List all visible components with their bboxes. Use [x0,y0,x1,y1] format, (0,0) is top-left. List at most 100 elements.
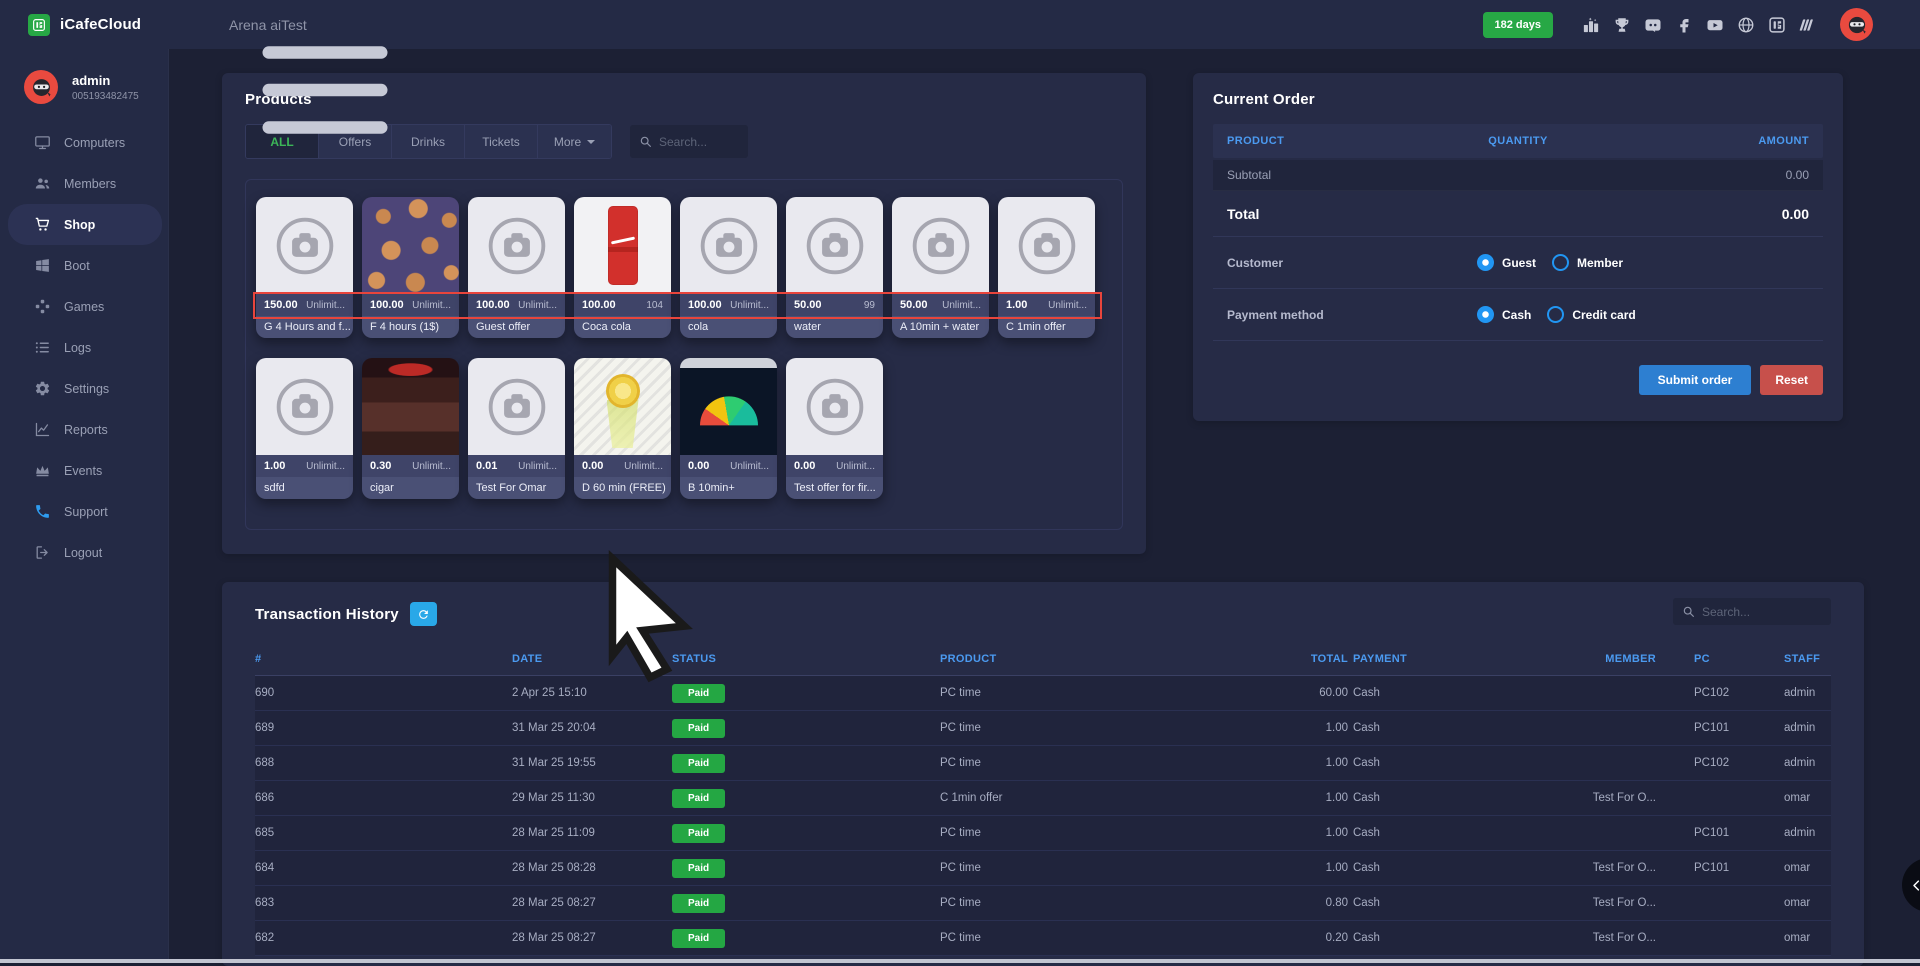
col-date: DATE [512,653,672,665]
discord-icon[interactable] [1644,16,1662,34]
product-card-b-10min[interactable]: 0.00 Unlimit... B 10min+ [680,358,777,499]
product-price: 1.00 [1006,299,1027,311]
txn-staff: admin [1784,722,1831,734]
table-row[interactable]: 682 28 Mar 25 08:27 Paid PC time 0.20 Ca… [255,921,1831,956]
sidebar-item-logs[interactable]: Logs [8,327,162,368]
product-name: C 1min offer [998,316,1095,338]
product-card-cola[interactable]: 100.00 Unlimit... cola [680,197,777,338]
txn-product: PC time [940,932,1298,944]
txn-date: 28 Mar 25 08:28 [512,862,672,874]
transaction-history-panel: Transaction History # DATE STATUS PRODUC… [222,582,1864,966]
product-name: Guest offer [468,316,565,338]
sidebar-user[interactable]: admin 005193482475 [0,49,168,122]
product-card-g-4-hours-and-f[interactable]: 150.00 Unlimit... G 4 Hours and f... [256,197,353,338]
product-card-coca-cola[interactable]: 100.00 104 Coca cola [574,197,671,338]
product-image [362,358,459,455]
user-name: admin [72,73,139,88]
collapse-panel-button[interactable] [1902,858,1920,912]
leaderboard-icon[interactable] [1582,16,1600,34]
avatar[interactable] [1840,8,1873,41]
txn-date: 31 Mar 25 20:04 [512,722,672,734]
product-card-f-4-hours-1[interactable]: 100.00 Unlimit... F 4 hours (1$) [362,197,459,338]
product-price-row: 0.00 Unlimit... [786,455,883,477]
radio-credit-card[interactable]: Credit card [1547,306,1635,323]
sidebar-menu: Computers Members Shop Boot Games Logs S… [0,122,168,573]
gamepad-icon [34,298,51,315]
order-total-row: Total 0.00 [1213,191,1823,237]
sidebar: admin 005193482475 Computers Members Sho… [0,49,169,963]
product-image [468,358,565,455]
layers-icon[interactable] [1799,16,1817,34]
facebook-icon[interactable] [1675,16,1693,34]
product-stock: Unlimit... [730,461,769,472]
product-card-cigar[interactable]: 0.30 Unlimit... cigar [362,358,459,499]
txn-id: 682 [255,932,512,944]
txn-member: Test For O... [1584,897,1656,909]
hamburger-menu-icon[interactable] [175,15,195,35]
table-row[interactable]: 685 28 Mar 25 11:09 Paid PC time 1.00 Ca… [255,816,1831,851]
sidebar-item-events[interactable]: Events [8,450,162,491]
table-row[interactable]: 690 2 Apr 25 15:10 Paid PC time 60.00 Ca… [255,676,1831,711]
product-stock: Unlimit... [412,300,451,311]
product-stock: Unlimit... [306,300,345,311]
product-card-water[interactable]: 50.00 99 water [786,197,883,338]
sidebar-item-members[interactable]: Members [8,163,162,204]
sidebar-item-reports[interactable]: Reports [8,409,162,450]
globe-icon[interactable] [1737,16,1755,34]
product-card-test-offer-for-fir[interactable]: 0.00 Unlimit... Test offer for fir... [786,358,883,499]
product-card-guest-offer[interactable]: 100.00 Unlimit... Guest offer [468,197,565,338]
product-card-d-60-min-free[interactable]: 0.00 Unlimit... D 60 min (FREE) [574,358,671,499]
radio-cash[interactable]: Cash [1477,306,1531,323]
sidebar-item-shop[interactable]: Shop [8,204,162,245]
submit-order-button[interactable]: Submit order [1639,365,1752,395]
sidebar-item-boot[interactable]: Boot [8,245,162,286]
product-stock: Unlimit... [412,461,451,472]
youtube-icon[interactable] [1706,16,1724,34]
reset-button[interactable]: Reset [1760,365,1823,395]
sidebar-item-computers[interactable]: Computers [8,122,162,163]
radio-guest[interactable]: Guest [1477,254,1536,271]
product-card-sdfd[interactable]: 1.00 Unlimit... sdfd [256,358,353,499]
txn-member: Test For O... [1584,792,1656,804]
topbar-right: 182 days [1483,8,1920,41]
sidebar-item-settings[interactable]: Settings [8,368,162,409]
sidebar-item-support[interactable]: Support [8,491,162,532]
radio-label: Credit card [1572,308,1635,322]
sidebar-item-games[interactable]: Games [8,286,162,327]
transactions-search-input[interactable] [1702,605,1822,619]
bottom-scrollbar[interactable] [0,959,1920,963]
product-card-a-10min-water[interactable]: 50.00 Unlimit... A 10min + water [892,197,989,338]
table-row[interactable]: 684 28 Mar 25 08:28 Paid PC time 1.00 Ca… [255,851,1831,886]
icafe-badge-icon[interactable] [1768,16,1786,34]
tab-more[interactable]: More [538,125,611,158]
txn-product: PC time [940,862,1298,874]
camera-icon [804,376,866,438]
subtotal-label: Subtotal [1227,168,1271,182]
table-row[interactable]: 683 28 Mar 25 08:27 Paid PC time 0.80 Ca… [255,886,1831,921]
txn-date: 29 Mar 25 11:30 [512,792,672,804]
sidebar-item-label: Computers [64,136,125,150]
product-stock: 104 [646,300,663,311]
order-col-product: PRODUCT [1227,135,1421,147]
product-card-c-1min-offer[interactable]: 1.00 Unlimit... C 1min offer [998,197,1095,338]
product-price-row: 100.00 Unlimit... [468,294,565,316]
table-row[interactable]: 686 29 Mar 25 11:30 Paid C 1min offer 1.… [255,781,1831,816]
sidebar-item-label: Shop [64,218,95,232]
radio-member[interactable]: Member [1552,254,1623,271]
table-row[interactable]: 688 31 Mar 25 19:55 Paid PC time 1.00 Ca… [255,746,1831,781]
sidebar-item-logout[interactable]: Logout [8,532,162,573]
chevron-down-icon[interactable] [1886,19,1898,31]
product-price-row: 50.00 99 [786,294,883,316]
product-stock: Unlimit... [624,461,663,472]
trophy-icon[interactable] [1613,16,1631,34]
table-row[interactable]: 689 31 Mar 25 20:04 Paid PC time 1.00 Ca… [255,711,1831,746]
subscription-days-badge[interactable]: 182 days [1483,12,1553,38]
txn-date: 28 Mar 25 08:27 [512,897,672,909]
txn-staff: omar [1784,862,1831,874]
product-card-test-for-omar[interactable]: 0.01 Unlimit... Test For Omar [468,358,565,499]
radio-icon [1552,254,1569,271]
refresh-button[interactable] [410,602,437,626]
tab-tickets[interactable]: Tickets [465,125,538,158]
product-image [256,358,353,455]
products-search-input[interactable] [659,135,739,149]
